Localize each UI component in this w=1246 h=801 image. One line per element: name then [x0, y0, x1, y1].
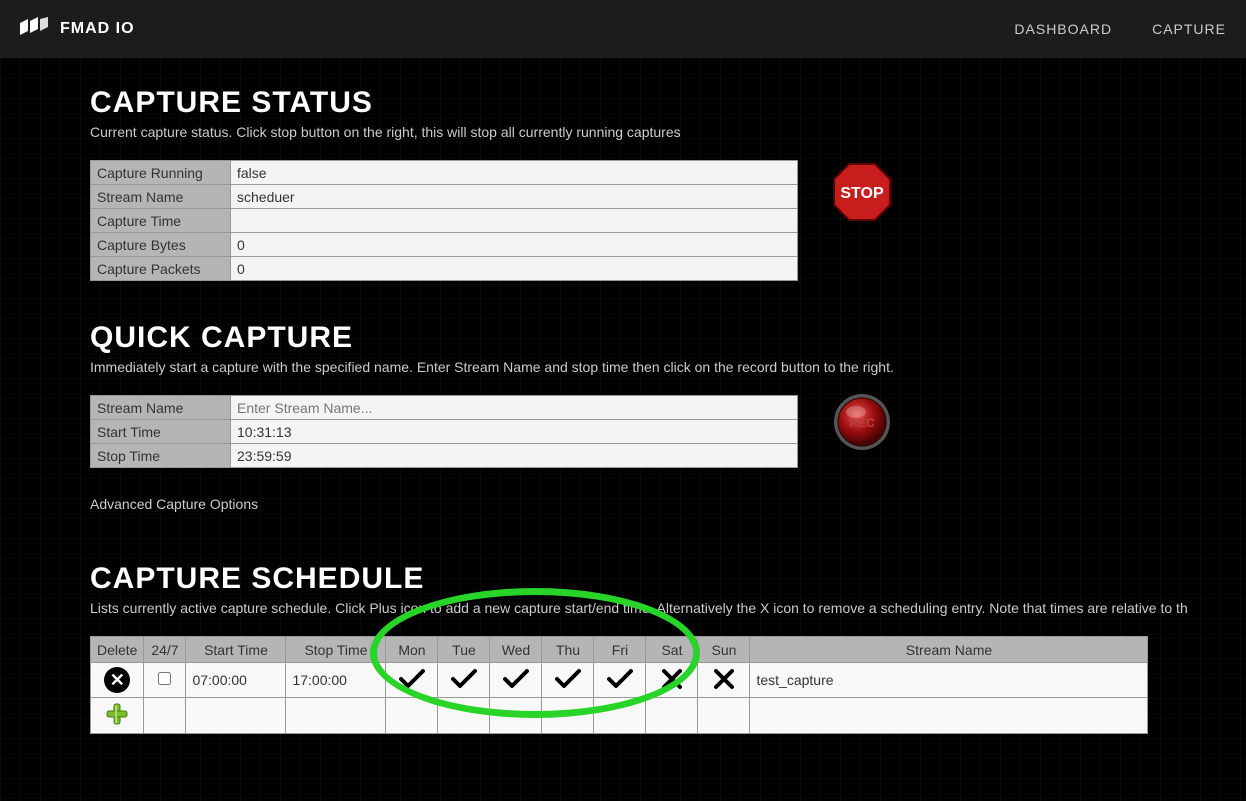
row-thu[interactable]: [542, 663, 594, 698]
status-time-label: Capture Time: [91, 209, 231, 233]
hdr-name: Stream Name: [750, 637, 1148, 663]
hdr-mon: Mon: [386, 637, 438, 663]
check-icon: [502, 669, 530, 689]
brand-logo: FMAD IO: [20, 17, 135, 42]
row-name[interactable]: test_capture: [750, 663, 1148, 698]
record-button[interactable]: REC: [830, 390, 894, 457]
cross-icon: [661, 668, 683, 690]
hdr-sat: Sat: [646, 637, 698, 663]
check-icon: [606, 669, 634, 689]
quick-stop-input[interactable]: [237, 448, 791, 464]
hdr-wed: Wed: [490, 637, 542, 663]
schedule-row: ✕ 07:00:00 17:00:00 test_capture: [91, 663, 1148, 698]
hdr-tue: Tue: [438, 637, 490, 663]
logo-icon: [20, 17, 52, 42]
hdr-247: 24/7: [144, 637, 186, 663]
quick-start-input[interactable]: [237, 424, 791, 440]
status-stream-label: Stream Name: [91, 185, 231, 209]
check-icon: [450, 669, 478, 689]
quick-stop-label: Stop Time: [91, 444, 231, 468]
status-time-value: [231, 209, 798, 233]
quick-stream-input[interactable]: [237, 400, 791, 416]
status-desc: Current capture status. Click stop butto…: [90, 124, 1156, 140]
nav-dashboard[interactable]: DASHBOARD: [1014, 21, 1112, 37]
brand-name: FMAD IO: [60, 20, 135, 38]
schedule-add-row: [91, 698, 1148, 734]
advanced-options-link[interactable]: Advanced Capture Options: [90, 496, 1156, 512]
status-bytes-value: 0: [231, 233, 798, 257]
row-mon[interactable]: [386, 663, 438, 698]
schedule-table: Delete 24/7 Start Time Stop Time Mon Tue…: [90, 636, 1148, 734]
quick-stream-label: Stream Name: [91, 396, 231, 420]
svg-text:REC: REC: [849, 416, 875, 430]
quick-start-label: Start Time: [91, 420, 231, 444]
schedule-desc: Lists currently active capture schedule.…: [90, 600, 1156, 616]
quick-desc: Immediately start a capture with the spe…: [90, 359, 1156, 375]
status-packets-value: 0: [231, 257, 798, 281]
schedule-section: Delete 24/7 Start Time Stop Time Mon Tue…: [90, 636, 1156, 734]
nav-capture[interactable]: CAPTURE: [1152, 21, 1226, 37]
hdr-stop: Stop Time: [286, 637, 386, 663]
status-bytes-label: Capture Bytes: [91, 233, 231, 257]
status-title: CAPTURE STATUS: [90, 86, 1156, 120]
add-row-button[interactable]: [105, 702, 129, 726]
hdr-thu: Thu: [542, 637, 594, 663]
svg-text:STOP: STOP: [840, 185, 884, 202]
quick-table: Stream Name Start Time Stop Time: [90, 395, 798, 468]
hdr-delete: Delete: [91, 637, 144, 663]
app-header: FMAD IO DASHBOARD CAPTURE: [0, 0, 1246, 58]
row-stop[interactable]: 17:00:00: [286, 663, 386, 698]
status-packets-label: Capture Packets: [91, 257, 231, 281]
row-sun[interactable]: [698, 663, 750, 698]
status-table: Capture Runningfalse Stream Namescheduer…: [90, 160, 798, 281]
check-icon: [398, 669, 426, 689]
delete-row-button[interactable]: ✕: [104, 667, 130, 693]
quick-section: Stream Name Start Time Stop Time: [90, 395, 1156, 512]
stop-button[interactable]: STOP: [830, 160, 894, 227]
hdr-sun: Sun: [698, 637, 750, 663]
top-nav: DASHBOARD CAPTURE: [1014, 21, 1226, 37]
row-tue[interactable]: [438, 663, 490, 698]
row-start[interactable]: 07:00:00: [186, 663, 286, 698]
row-fri[interactable]: [594, 663, 646, 698]
status-section: Capture Runningfalse Stream Namescheduer…: [90, 160, 1156, 281]
status-stream-value: scheduer: [231, 185, 798, 209]
page-content: CAPTURE STATUS Current capture status. C…: [0, 58, 1246, 801]
row-sat[interactable]: [646, 663, 698, 698]
quick-title: QUICK CAPTURE: [90, 321, 1156, 355]
hdr-fri: Fri: [594, 637, 646, 663]
schedule-title: CAPTURE SCHEDULE: [90, 562, 1156, 596]
row-wed[interactable]: [490, 663, 542, 698]
hdr-start: Start Time: [186, 637, 286, 663]
cross-icon: [713, 668, 735, 690]
status-running-value: false: [231, 161, 798, 185]
check-icon: [554, 669, 582, 689]
status-running-label: Capture Running: [91, 161, 231, 185]
row-247-checkbox[interactable]: [158, 672, 171, 685]
